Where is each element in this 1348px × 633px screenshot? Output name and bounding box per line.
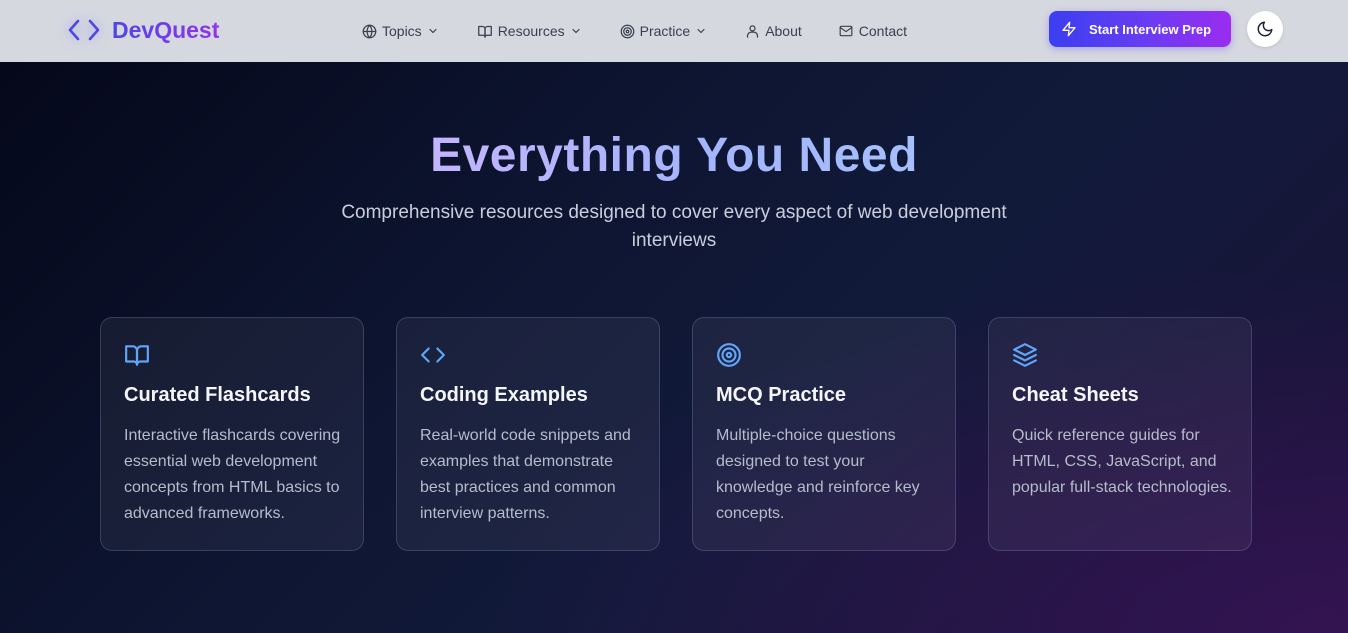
main-nav: Topics Resources Practice About Contact xyxy=(362,0,907,62)
feature-card-description: Real-world code snippets and examples th… xyxy=(420,427,631,522)
layers-icon xyxy=(1012,342,1038,368)
feature-card-flashcards[interactable]: Curated Flashcards Interactive flashcard… xyxy=(100,317,364,551)
code-brackets-icon xyxy=(420,342,446,368)
nav-item-label: About xyxy=(765,23,802,39)
target-icon xyxy=(620,24,634,38)
feature-card-title: Curated Flashcards xyxy=(124,384,311,406)
nav-item-topics[interactable]: Topics xyxy=(362,15,439,47)
mail-icon xyxy=(839,25,853,37)
nav-item-label: Topics xyxy=(382,23,422,39)
user-icon xyxy=(747,24,759,38)
code-brackets-icon xyxy=(66,14,102,46)
brand-logo[interactable]: DevQuest xyxy=(66,14,219,46)
feature-card-description: Quick reference guides for HTML, CSS, Ja… xyxy=(1012,427,1232,496)
nav-item-resources[interactable]: Resources xyxy=(477,15,582,47)
feature-card-cheat-sheets[interactable]: Cheat Sheets Quick reference guides for … xyxy=(988,317,1252,551)
cta-label: Start Interview Prep xyxy=(1089,21,1212,37)
globe-icon xyxy=(362,24,377,38)
nav-item-contact[interactable]: Contact xyxy=(838,15,907,47)
nav-item-label: Practice xyxy=(639,23,691,39)
lightning-icon xyxy=(1062,21,1076,37)
target-icon xyxy=(716,342,742,368)
chevron-down-icon xyxy=(697,28,705,34)
chevron-down-icon xyxy=(429,28,437,34)
start-interview-prep-button[interactable]: Start Interview Prep xyxy=(1049,11,1231,47)
feature-card-mcq-practice[interactable]: MCQ Practice Multiple-choice questions d… xyxy=(692,317,956,551)
chevron-down-icon xyxy=(572,28,580,34)
section-title: Everything You Need xyxy=(0,128,1348,184)
nav-item-label: Resources xyxy=(497,23,565,39)
feature-card-description: Interactive flashcards covering essentia… xyxy=(124,427,341,522)
nav-item-practice[interactable]: Practice xyxy=(620,15,708,47)
feature-card-title: Coding Examples xyxy=(420,384,588,406)
section-title-text: Everything You Need xyxy=(430,129,918,182)
features-section: Everything You Need Comprehensive resour… xyxy=(0,62,1348,633)
feature-card-coding-examples[interactable]: Coding Examples Real-world code snippets… xyxy=(396,317,660,551)
moon-icon xyxy=(1257,21,1273,37)
book-open-icon xyxy=(477,25,492,38)
nav-item-label: Contact xyxy=(858,23,908,39)
feature-card-title: Cheat Sheets xyxy=(1012,384,1139,406)
feature-card-title: MCQ Practice xyxy=(716,384,847,406)
feature-card-description: Multiple-choice questions designed to te… xyxy=(716,427,920,522)
nav-item-about[interactable]: About xyxy=(745,15,802,47)
brand-name: DevQuest xyxy=(112,16,220,43)
theme-toggle-button[interactable] xyxy=(1247,11,1283,47)
top-navbar: DevQuest Topics Resources Practice About… xyxy=(0,0,1348,62)
book-open-icon xyxy=(124,342,150,368)
section-subtitle: Comprehensive resources designed to cove… xyxy=(341,202,1007,251)
